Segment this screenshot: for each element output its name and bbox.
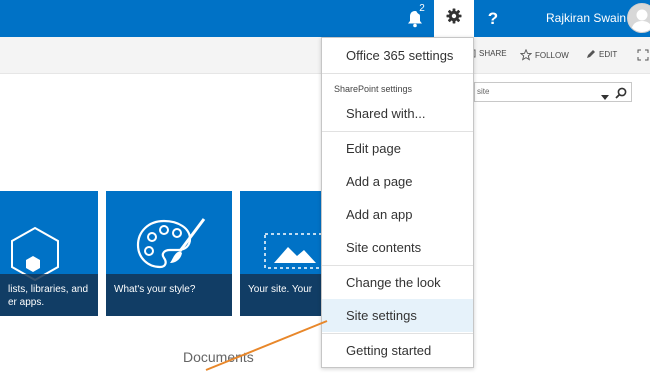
follow-label: FOLLOW: [535, 50, 569, 60]
menu-item-add-an-app[interactable]: Add an app: [322, 198, 473, 231]
notifications-button[interactable]: 2: [396, 0, 434, 37]
menu-section-sharepoint-settings: SharePoint settings: [334, 84, 413, 94]
focus-icon: [637, 49, 649, 61]
settings-button[interactable]: [434, 0, 474, 37]
search-scope-text: site: [477, 87, 490, 96]
palette-icon: [136, 218, 206, 269]
pencil-icon: [586, 49, 596, 59]
avatar[interactable]: [627, 3, 650, 33]
focus-button[interactable]: [637, 49, 649, 61]
search-box[interactable]: site: [474, 82, 632, 102]
menu-item-site-settings[interactable]: Site settings: [322, 299, 473, 332]
picture-icon: [264, 233, 324, 269]
user-name[interactable]: Rajkiran Swain: [546, 11, 626, 25]
tile-caption: lists, libraries, and er apps.: [0, 274, 98, 316]
menu-item-add-a-page[interactable]: Add a page: [322, 165, 473, 198]
search-icon[interactable]: [615, 86, 627, 104]
menu-item-edit-page[interactable]: Edit page: [322, 132, 473, 165]
notification-count-badge: 2: [416, 3, 428, 15]
menu-item-site-contents[interactable]: Site contents: [322, 231, 473, 264]
tile-caption-line: What's your style?: [114, 284, 196, 295]
menu-item-office365-settings[interactable]: Office 365 settings: [322, 39, 473, 72]
tile-caption-line: lists, libraries, and: [8, 284, 89, 295]
menu-item-shared-with[interactable]: Shared with...: [322, 97, 473, 130]
edit-button[interactable]: EDIT: [586, 49, 617, 59]
menu-separator: [322, 73, 473, 74]
tile-your-site[interactable]: Your site. Your: [240, 191, 324, 316]
tile-whats-your-style[interactable]: What's your style?: [106, 191, 232, 316]
tile-caption-line: er apps.: [8, 297, 45, 308]
tile-caption-line: Your site. Your: [248, 284, 313, 295]
menu-item-change-the-look[interactable]: Change the look: [322, 266, 473, 299]
gear-icon: [446, 8, 462, 29]
caret-down-icon[interactable]: [601, 88, 609, 106]
help-button[interactable]: ?: [474, 0, 512, 37]
menu-item-getting-started[interactable]: Getting started: [322, 334, 473, 367]
settings-menu: Office 365 settings SharePoint settings …: [321, 37, 474, 368]
star-icon: [520, 49, 532, 61]
tile-caption: What's your style?: [106, 274, 232, 316]
edit-label: EDIT: [599, 49, 618, 59]
share-label: SHARE: [479, 49, 507, 58]
follow-button[interactable]: FOLLOW: [520, 49, 569, 61]
suite-bar: 2 ? Rajkiran Swain: [0, 0, 650, 37]
tile-caption: Your site. Your: [240, 274, 324, 316]
documents-heading: Documents: [183, 349, 254, 365]
tile-add-lists[interactable]: lists, libraries, and er apps.: [0, 191, 98, 316]
